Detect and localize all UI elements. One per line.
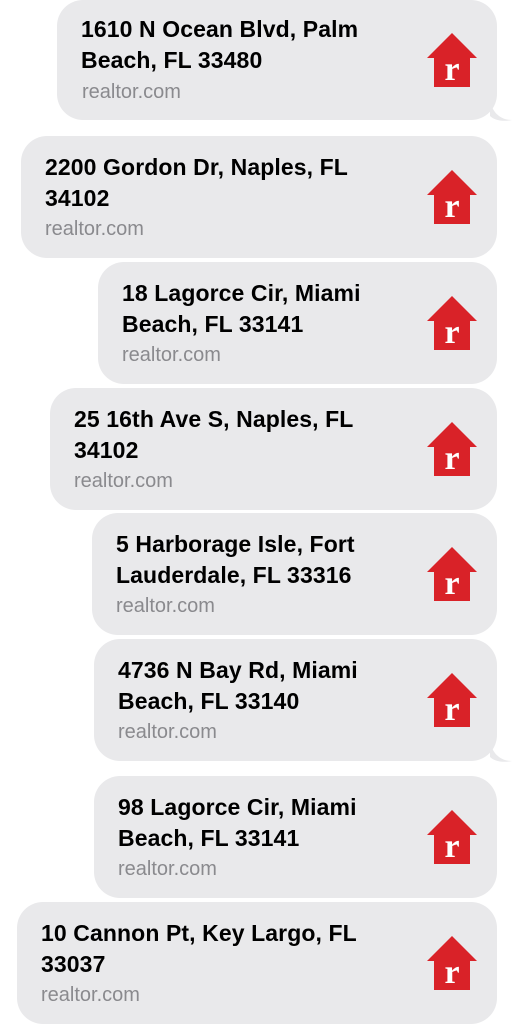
address-line-1: 4736 N Bay Rd, Miami [118,657,358,683]
address-line-1: 2200 Gordon Dr, Naples, FL [45,154,348,180]
link-source: realtor.com [45,218,144,240]
link-source: realtor.com [116,595,215,617]
listing-address: 5 Harborage Isle, Fort Lauderdale, FL 33… [116,529,393,591]
link-preview-bubble[interactable]: 4736 N Bay Rd, Miami Beach, FL 33140 rea… [94,639,497,761]
svg-text:r: r [444,565,459,602]
link-source: realtor.com [118,721,217,743]
address-line-1: 1610 N Ocean Blvd, Palm [81,16,359,42]
realtor-house-logo-icon: r [427,673,477,728]
listing-address: 18 Lagorce Cir, Miami Beach, FL 33141 [122,278,393,340]
link-source: realtor.com [118,858,217,880]
listing-address: 4736 N Bay Rd, Miami Beach, FL 33140 [118,655,393,717]
listing-address: 2200 Gordon Dr, Naples, FL 34102 [45,152,393,214]
realtor-house-logo-icon: r [427,422,477,477]
realtor-house-logo-icon: r [427,936,477,991]
listing-address: 25 16th Ave S, Naples, FL 34102 [74,404,393,466]
realtor-house-logo-icon: r [427,170,477,225]
link-preview-bubble[interactable]: 98 Lagorce Cir, Miami Beach, FL 33141 re… [94,776,497,898]
link-source: realtor.com [122,344,221,366]
realtor-house-logo-icon: r [427,810,477,865]
link-preview-bubble[interactable]: 18 Lagorce Cir, Miami Beach, FL 33141 re… [98,262,497,384]
listing-address: 1610 N Ocean Blvd, Palm Beach, FL 33480 [81,14,393,76]
address-line-2: Beach, FL 33480 [81,47,263,73]
link-preview-bubble[interactable]: 5 Harborage Isle, Fort Lauderdale, FL 33… [92,513,497,635]
svg-text:r: r [444,691,459,728]
address-line-1: 10 Cannon Pt, Key Largo, FL [41,920,357,946]
bubble-tail [490,741,512,762]
link-preview-bubble[interactable]: 2200 Gordon Dr, Naples, FL 34102 realtor… [21,136,497,258]
link-source: realtor.com [41,984,140,1006]
realtor-house-logo-icon: r [427,547,477,602]
address-line-2: Beach, FL 33141 [118,825,300,851]
realtor-house-logo-icon: r [427,296,477,351]
address-line-1: 98 Lagorce Cir, Miami [118,794,357,820]
listing-address: 10 Cannon Pt, Key Largo, FL 33037 [41,918,393,980]
realtor-house-logo-icon: r [427,33,477,88]
address-line-1: 18 Lagorce Cir, Miami [122,280,361,306]
link-source: realtor.com [74,470,173,492]
link-preview-bubble[interactable]: 1610 N Ocean Blvd, Palm Beach, FL 33480 … [57,0,497,120]
bubble-tail [490,100,512,121]
link-source: realtor.com [82,81,181,103]
address-line-2: 34102 [45,185,110,211]
svg-text:r: r [444,440,459,477]
address-line-2: Beach, FL 33141 [122,311,304,337]
svg-text:r: r [444,188,459,225]
address-line-1: 25 16th Ave S, Naples, FL [74,406,354,432]
address-line-2: Beach, FL 33140 [118,688,300,714]
svg-text:r: r [444,954,459,991]
address-line-2: 33037 [41,951,106,977]
listing-address: 98 Lagorce Cir, Miami Beach, FL 33141 [118,792,393,854]
link-preview-bubble[interactable]: 25 16th Ave S, Naples, FL 34102 realtor.… [50,388,497,510]
svg-text:r: r [444,828,459,865]
svg-text:r: r [444,314,459,351]
svg-text:r: r [444,51,459,88]
address-line-1: 5 Harborage Isle, Fort [116,531,355,557]
address-line-2: 34102 [74,437,139,463]
address-line-2: Lauderdale, FL 33316 [116,562,352,588]
link-preview-bubble[interactable]: 10 Cannon Pt, Key Largo, FL 33037 realto… [17,902,497,1024]
